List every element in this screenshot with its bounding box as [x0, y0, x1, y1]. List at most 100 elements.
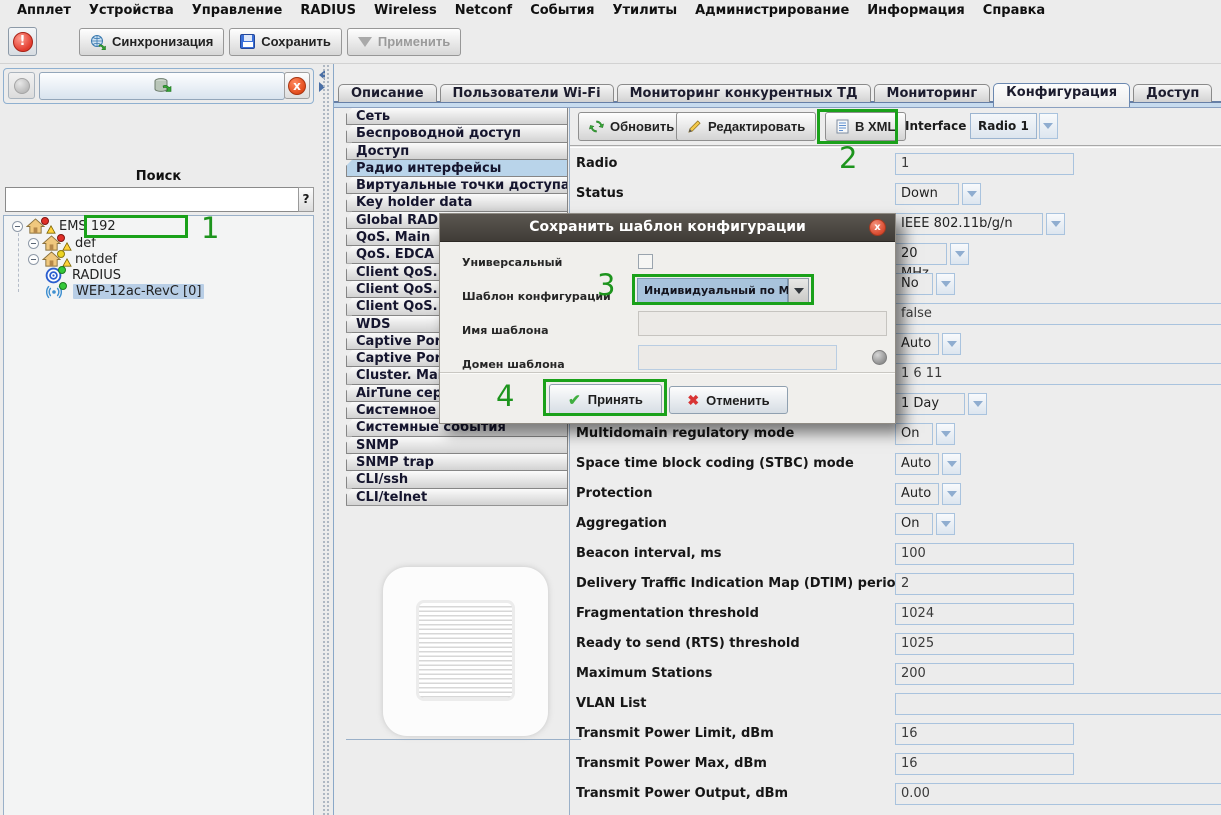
- tree-node-label: def: [75, 236, 96, 251]
- sync-button[interactable]: Синхронизация: [79, 28, 224, 56]
- chevron-down-icon[interactable]: [936, 423, 955, 445]
- chevron-down-icon[interactable]: [942, 483, 961, 505]
- period-select[interactable]: 1 Day: [895, 393, 987, 415]
- menu-utilities[interactable]: Утилиты: [604, 2, 687, 19]
- expand-handle-icon[interactable]: [28, 254, 39, 265]
- stbc-select[interactable]: Auto: [895, 453, 961, 475]
- menu-netconf[interactable]: Netconf: [446, 2, 521, 19]
- tab-access[interactable]: Доступ: [1133, 84, 1212, 102]
- chevron-down-icon[interactable]: [936, 273, 955, 295]
- edit-button[interactable]: Редактировать: [676, 112, 816, 141]
- alarm-button[interactable]: !: [8, 27, 37, 56]
- radio-field[interactable]: 1: [895, 153, 1074, 175]
- dialog-titlebar[interactable]: Сохранить шаблон конфигурации x: [440, 214, 895, 242]
- menu-help[interactable]: Справка: [974, 2, 1054, 19]
- tree-close-button[interactable]: x: [284, 72, 310, 99]
- form-row-vlan: VLAN List: [570, 693, 1221, 715]
- tx-max-field[interactable]: 16: [895, 753, 1074, 775]
- close-icon: x: [288, 77, 306, 95]
- search-help-button[interactable]: ?: [298, 187, 314, 212]
- bandwidth-select[interactable]: 20 MHz: [895, 243, 969, 265]
- dialog-title: Сохранить шаблон конфигурации: [529, 219, 806, 235]
- expand-handle-icon[interactable]: [12, 221, 23, 232]
- chevron-down-icon[interactable]: [942, 333, 961, 355]
- multidomain-select[interactable]: On: [895, 423, 955, 445]
- tab-configuration[interactable]: Конфигурация: [993, 83, 1130, 107]
- menu-applet[interactable]: Апплет: [8, 2, 80, 19]
- chevron-down-icon[interactable]: [950, 243, 969, 265]
- wide-field[interactable]: false: [895, 303, 1221, 325]
- search-input[interactable]: [5, 187, 299, 212]
- universal-checkbox[interactable]: [638, 254, 653, 269]
- alarm-icon: !: [13, 32, 33, 52]
- tab-description[interactable]: Описание: [338, 84, 437, 102]
- tree-node-notdef[interactable]: notdef: [28, 251, 117, 268]
- tab-rogue-ap-monitoring[interactable]: Мониторинг конкурентных ТД: [617, 84, 871, 102]
- nav-cli-telnet[interactable]: CLI/telnet: [346, 488, 568, 506]
- nav-virtual-access-points[interactable]: Виртуальные точки доступа: [346, 176, 568, 194]
- status-select[interactable]: Down: [895, 183, 981, 205]
- chevron-down-icon[interactable]: [936, 513, 955, 535]
- menu-wireless[interactable]: Wireless: [365, 2, 446, 19]
- nav-snmp[interactable]: SNMP: [346, 436, 568, 454]
- tree-node-wep[interactable]: WEP-12ac-RevC [0]: [45, 283, 204, 300]
- no-select[interactable]: No: [895, 273, 955, 295]
- menu-radius[interactable]: RADIUS: [291, 2, 365, 19]
- nav-wireless-access[interactable]: Беспроводной доступ: [346, 124, 568, 142]
- chevron-down-icon[interactable]: [1046, 213, 1065, 235]
- tx-limit-field[interactable]: 16: [895, 723, 1074, 745]
- form-row-protection: Protection Auto: [570, 483, 1221, 505]
- combo-value: On: [895, 423, 933, 445]
- tab-wifi-users[interactable]: Пользователи Wi-Fi: [440, 84, 614, 102]
- tree-node-radius[interactable]: RADIUS: [45, 267, 121, 284]
- menu-management[interactable]: Управление: [183, 2, 292, 19]
- rts-field[interactable]: 1025: [895, 633, 1074, 655]
- apply-button[interactable]: Применить: [347, 28, 461, 56]
- chevron-down-icon[interactable]: [1039, 113, 1058, 139]
- splitter-grip[interactable]: [322, 64, 331, 815]
- vlan-field[interactable]: [895, 693, 1221, 715]
- aggregation-select[interactable]: On: [895, 513, 955, 535]
- chevron-down-icon[interactable]: [942, 453, 961, 475]
- annotation-box-4: [543, 379, 667, 416]
- chevron-down-icon[interactable]: [968, 393, 987, 415]
- menu-information[interactable]: Информация: [858, 2, 974, 19]
- refresh-button[interactable]: Обновить: [578, 112, 685, 141]
- sphere-icon: [14, 78, 30, 94]
- form-row-fragmentation: Fragmentation threshold 1024: [570, 603, 1221, 625]
- tree-back-button[interactable]: [8, 72, 35, 99]
- annotation-box-2: [817, 109, 898, 144]
- nav-cli-ssh[interactable]: CLI/ssh: [346, 470, 568, 488]
- beacon-field[interactable]: 100: [895, 543, 1074, 565]
- save-button[interactable]: Сохранить: [229, 28, 342, 56]
- chevron-down-icon[interactable]: [962, 183, 981, 205]
- mode-select[interactable]: IEEE 802.11b/g/n: [895, 213, 1065, 235]
- dialog-close-button[interactable]: x: [869, 219, 886, 236]
- dtim-field[interactable]: 2: [895, 573, 1074, 595]
- template-domain-input[interactable]: [638, 345, 837, 370]
- nav-radio-interfaces[interactable]: Радио интерфейсы: [346, 159, 568, 177]
- panel-splitter[interactable]: [317, 64, 333, 815]
- wide-field[interactable]: 1 6 11: [895, 363, 1221, 385]
- nav-access[interactable]: Доступ: [346, 142, 568, 160]
- menu-administration[interactable]: Администрирование: [686, 2, 858, 19]
- tree-refresh-button[interactable]: [39, 72, 285, 100]
- protection-select[interactable]: Auto: [895, 483, 961, 505]
- fragmentation-field[interactable]: 1024: [895, 603, 1074, 625]
- max-stations-field[interactable]: 200: [895, 663, 1074, 685]
- field-label: Delivery Traffic Indication Map (DTIM) p…: [576, 573, 905, 595]
- expand-handle-icon[interactable]: [28, 238, 39, 249]
- nav-snmp-trap[interactable]: SNMP trap: [346, 453, 568, 471]
- nav-key-holder-data[interactable]: Key holder data: [346, 193, 568, 211]
- auto-select[interactable]: Auto: [895, 333, 961, 355]
- menu-devices[interactable]: Устройства: [80, 2, 183, 19]
- menu-events[interactable]: События: [521, 2, 603, 19]
- domain-picker-icon[interactable]: [872, 350, 887, 365]
- interface-select[interactable]: Radio 1: [970, 113, 1058, 139]
- nav-network[interactable]: Сеть: [346, 107, 568, 125]
- template-name-input[interactable]: [638, 311, 887, 336]
- annotation-box-1: [84, 215, 188, 238]
- cancel-button[interactable]: ✖ Отменить: [669, 386, 788, 414]
- tab-monitoring[interactable]: Мониторинг: [874, 84, 991, 102]
- tx-output-field[interactable]: 0.00: [895, 783, 1221, 805]
